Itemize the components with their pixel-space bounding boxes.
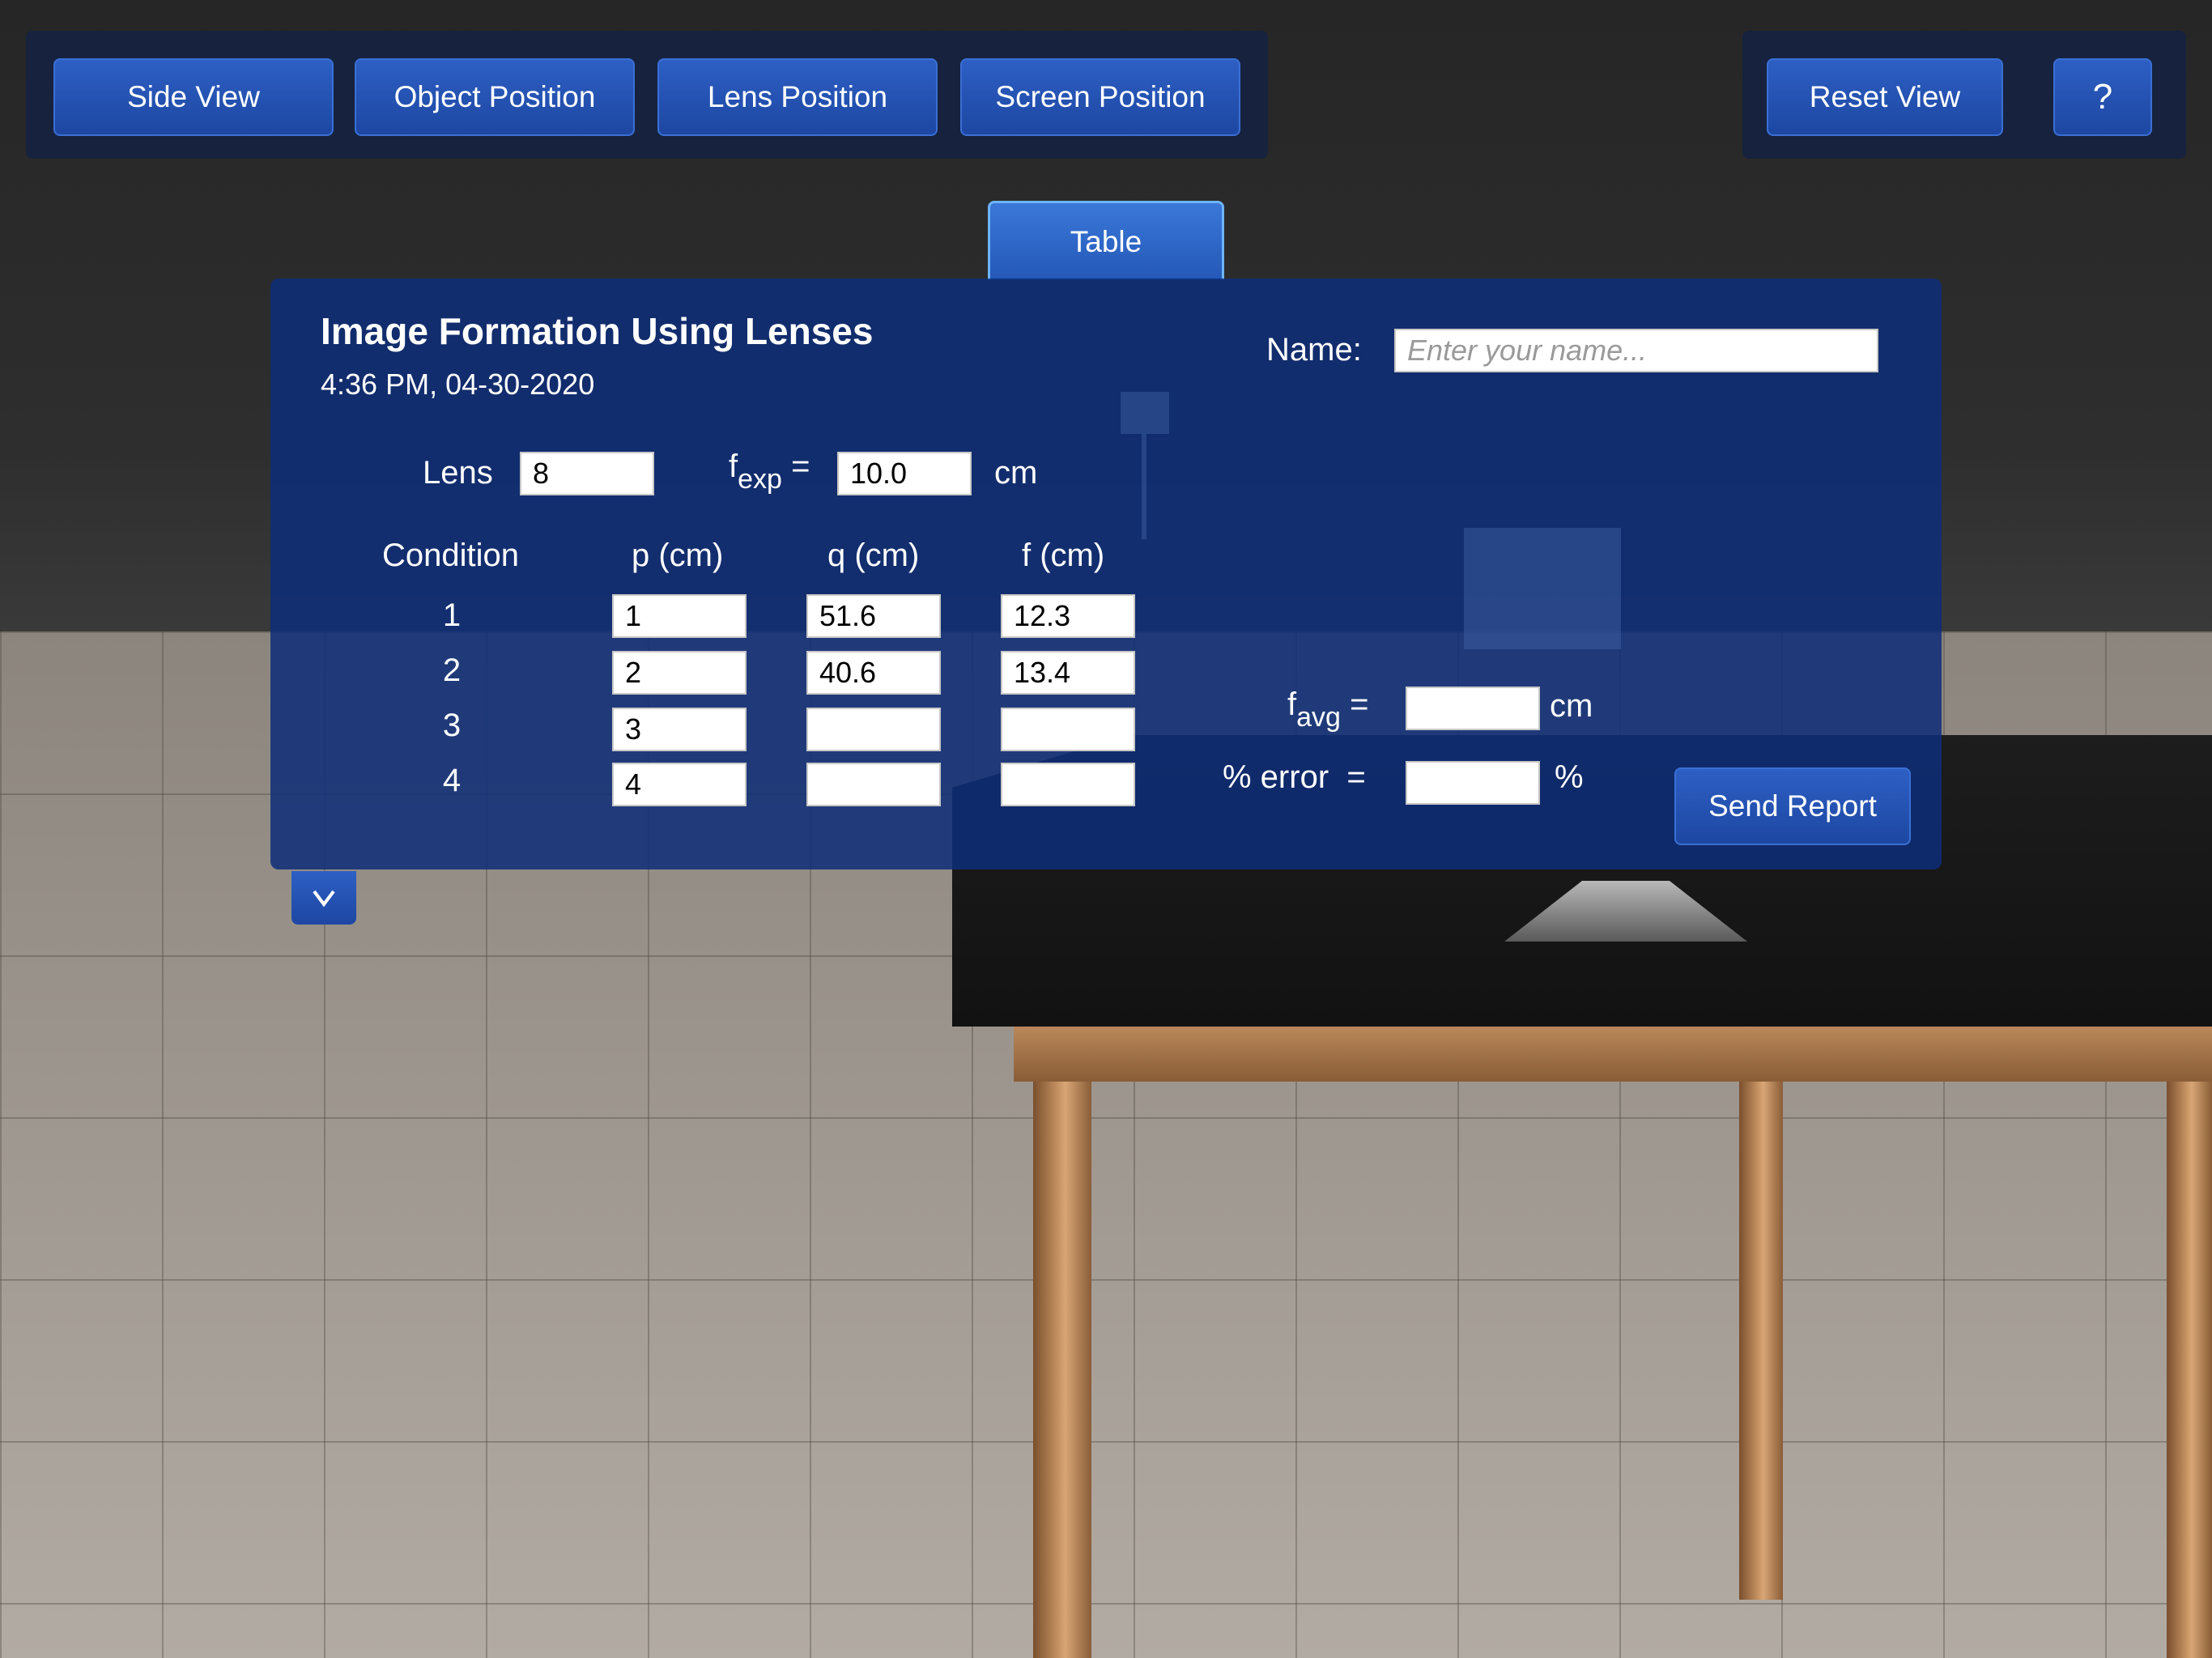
screen-position-button[interactable]: Screen Position	[960, 58, 1240, 136]
percent-unit: %	[1555, 759, 1584, 795]
condition-number: 1	[442, 597, 462, 633]
lens-number-field[interactable]	[520, 452, 654, 495]
lens-position-button[interactable]: Lens Position	[657, 58, 938, 136]
f-field[interactable]	[1001, 651, 1135, 695]
background-lamp	[1121, 392, 1169, 434]
q-field[interactable]	[806, 594, 941, 638]
col-header-f: f (cm)	[1022, 538, 1105, 573]
fexp-unit: cm	[994, 455, 1038, 491]
background-monitor	[1464, 528, 1621, 649]
side-view-button[interactable]: Side View	[53, 58, 334, 136]
col-header-condition: Condition	[382, 538, 520, 573]
reset-view-button[interactable]: Reset View	[1767, 58, 2003, 136]
fexp-label: fexp =	[729, 449, 810, 495]
tab-table[interactable]: Table	[988, 201, 1224, 280]
name-input[interactable]	[1394, 329, 1878, 372]
table-leg	[1033, 1082, 1091, 1658]
favg-field[interactable]	[1406, 687, 1540, 730]
report-title: Image Formation Using Lenses	[321, 310, 874, 352]
f-field[interactable]	[1001, 594, 1135, 638]
condition-number: 3	[442, 708, 462, 743]
name-label: Name:	[1266, 332, 1362, 368]
col-header-q: q (cm)	[827, 538, 920, 573]
background-lamp-pole	[1142, 434, 1146, 539]
view-toolbar: Side View Object Position Lens Position …	[26, 31, 1268, 159]
f-field[interactable]	[1001, 763, 1135, 806]
p-field[interactable]	[612, 763, 747, 806]
p-field[interactable]	[612, 708, 747, 751]
report-datetime: 4:36 PM, 04-30-2020	[321, 368, 595, 401]
lens-label: Lens	[423, 455, 493, 491]
utility-toolbar: Reset View ?	[1742, 31, 2186, 159]
table-leg	[1739, 1082, 1783, 1600]
collapse-panel-button[interactable]	[291, 871, 356, 925]
chevron-down-icon	[313, 890, 335, 908]
error-field[interactable]	[1406, 761, 1540, 805]
object-position-button[interactable]: Object Position	[355, 58, 635, 136]
favg-unit: cm	[1550, 688, 1593, 724]
col-header-p: p (cm)	[632, 538, 724, 573]
q-field[interactable]	[806, 763, 941, 806]
help-button[interactable]: ?	[2053, 58, 2152, 136]
p-field[interactable]	[612, 651, 747, 695]
favg-label: favg =	[1287, 687, 1369, 733]
q-field[interactable]	[806, 651, 941, 695]
send-report-button[interactable]: Send Report	[1674, 767, 1911, 845]
f-field[interactable]	[1001, 708, 1135, 751]
q-field[interactable]	[806, 708, 941, 751]
report-panel: Image Formation Using Lenses 4:36 PM, 04…	[270, 278, 1942, 869]
error-label: % error =	[1223, 759, 1366, 795]
condition-number: 2	[442, 653, 462, 688]
lab-table-apron	[1014, 1027, 2212, 1082]
p-field[interactable]	[612, 594, 747, 638]
table-leg	[2167, 1082, 2212, 1658]
condition-number: 4	[442, 763, 462, 798]
fexp-field[interactable]	[837, 452, 972, 495]
